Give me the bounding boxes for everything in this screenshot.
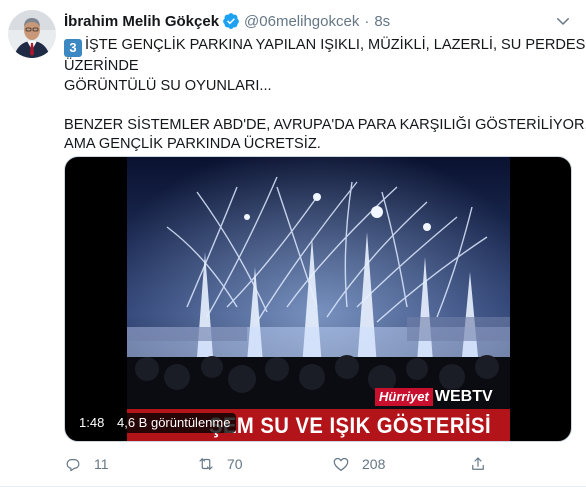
tweet-line-empty: [64, 96, 576, 116]
retweet-count: 70: [227, 456, 243, 472]
reply-icon: [66, 459, 80, 472]
display-name[interactable]: İbrahim Melih Gökçek: [64, 13, 219, 30]
brand-webtv-text: WEBTV: [434, 388, 493, 405]
video-views-badge: 4,6 B görüntülenme: [111, 413, 237, 433]
verified-badge-icon: [222, 12, 240, 30]
like-count: 208: [362, 456, 386, 472]
brand-hurriyet-text: Hürriyet: [375, 388, 433, 406]
video-frame[interactable]: Hürriyet WEBTV ŞEM SU VE IŞIK GÖSTERİSİ: [127, 157, 510, 441]
tweet-line-text: İŞTE GENÇLİK PARKINA YAPILAN IŞIKLI, MÜZ…: [85, 37, 586, 53]
chevron-down-icon[interactable]: [554, 12, 572, 30]
share-button[interactable]: [469, 455, 487, 473]
separator-dot: ·: [364, 12, 370, 30]
reply-count: 11: [94, 456, 109, 472]
tweet-line: BENZER SİSTEMLER ABD'DE, AVRUPA'DA PARA …: [64, 116, 586, 133]
tweet-line: ÜZERİNDE: [64, 58, 139, 74]
tweet-line: 3 İŞTE GENÇLİK PARKINA YAPILAN IŞIKLI, MÜ…: [64, 36, 586, 57]
avatar[interactable]: [8, 10, 56, 58]
reply-button[interactable]: 11: [64, 455, 109, 473]
like-button[interactable]: 208: [332, 455, 385, 473]
share-icon: [472, 457, 484, 470]
like-icon: [333, 457, 349, 471]
user-handle[interactable]: @06melihgokcek: [244, 13, 359, 30]
video-player[interactable]: Hürriyet WEBTV ŞEM SU VE IŞIK GÖSTERİSİ …: [64, 156, 572, 442]
channel-logo: Hürriyet WEBTV: [375, 387, 493, 407]
video-duration-badge: 1:48: [73, 413, 111, 433]
video-caption-text: ŞEM SU VE IŞIK GÖSTERİSİ: [209, 413, 492, 438]
tweet-header: İbrahim Melih Gökçek @06melihgokcek · 8s: [64, 11, 390, 31]
retweet-button[interactable]: 70: [197, 455, 243, 473]
tweet-text: 3 İŞTE GENÇLİK PARKINA YAPILAN IŞIKLI, MÜ…: [64, 36, 586, 155]
keycap-emoji: 3: [64, 39, 82, 57]
tweet-card[interactable]: İbrahim Melih Gökçek @06melihgokcek · 8s…: [0, 0, 586, 487]
tweet-timestamp[interactable]: 8s: [374, 13, 390, 30]
retweet-icon: [199, 458, 213, 470]
tweet-line: AMA GENÇLİK PARKINDA ÜCRETSİZ.: [64, 136, 321, 152]
tweet-actions: 11 70 208: [64, 455, 504, 477]
tweet-line: GÖRÜNTÜLÜ SU OYUNLARI...: [64, 77, 272, 94]
